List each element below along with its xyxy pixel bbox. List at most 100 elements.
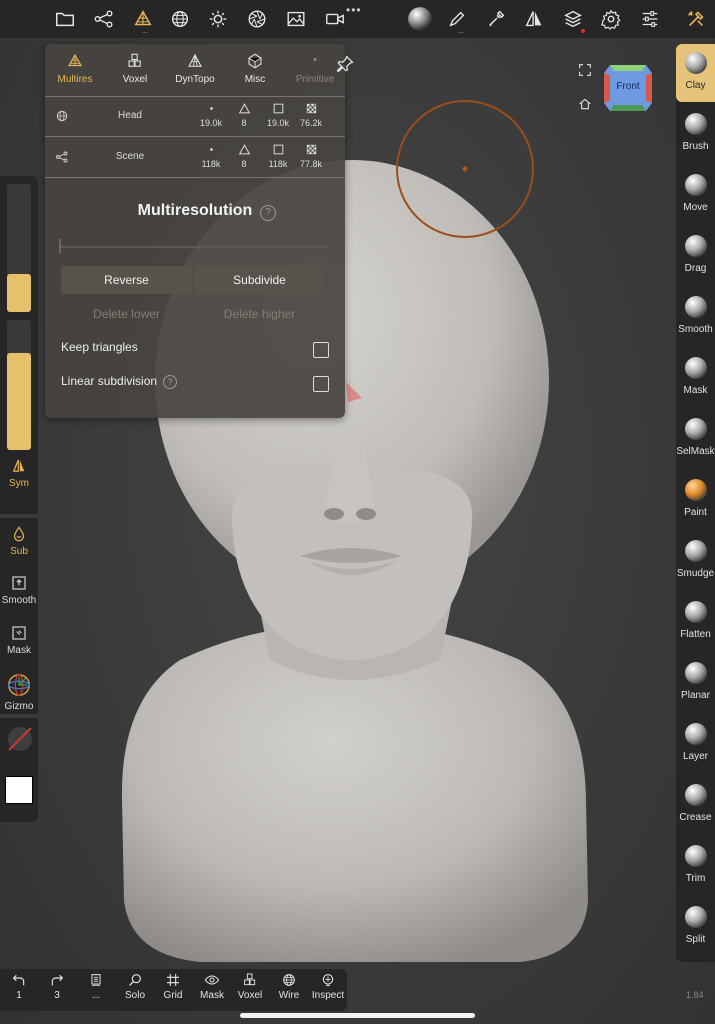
delete-lower-button[interactable]: Delete lower: [61, 300, 192, 328]
tool-label: Mask: [683, 385, 708, 396]
view-cube[interactable]: Front: [602, 63, 654, 113]
history-button[interactable]: ...: [77, 972, 115, 1001]
resolution-slider[interactable]: [61, 246, 329, 248]
mesh-row-head[interactable]: Head 19.0k 8 19.0k 76.2k: [45, 96, 345, 137]
tab-misc[interactable]: Misc: [225, 52, 285, 96]
tool-crease[interactable]: Crease: [676, 776, 715, 834]
home-indicator[interactable]: [240, 1013, 475, 1018]
linear-subdivision-checkbox[interactable]: [313, 376, 329, 392]
brush-brush-icon: [684, 113, 707, 135]
smooth-toggle[interactable]: Smooth: [0, 574, 38, 606]
inspect-button[interactable]: Inspect: [309, 972, 347, 1001]
tool-sidebar: Clay Brush Move Drag Smooth Mask SelMask Paint S…: [676, 44, 715, 962]
gizmo-toggle[interactable]: Gizmo: [0, 672, 38, 712]
vertex-count: 118k: [195, 143, 227, 169]
sliders-icon[interactable]: [637, 6, 663, 32]
multires-panel: Multires Voxel DynTopo Misc Primitive He…: [45, 44, 354, 418]
grid-button[interactable]: Grid: [154, 972, 192, 1001]
wireframe-sphere-icon[interactable]: [167, 6, 193, 32]
tools-icon[interactable]: [683, 6, 709, 32]
face-count: 77.8k: [295, 143, 327, 169]
tool-smudge[interactable]: Smudge: [676, 532, 715, 590]
tool-label: Brush: [682, 141, 709, 152]
pin-icon[interactable]: [335, 54, 355, 74]
wireframe-sphere-icon: [283, 974, 295, 986]
sub-toggle[interactable]: Sub: [0, 525, 38, 557]
aperture-icon[interactable]: [244, 6, 270, 32]
mask-toggle[interactable]: Mask: [0, 624, 38, 656]
symmetry-icon[interactable]: [521, 6, 547, 32]
mesh-row-scene[interactable]: Scene 118k 8 118k 77.8k: [45, 137, 345, 178]
panel-title: Multiresolution: [137, 202, 253, 219]
magnifier-icon: [129, 974, 141, 986]
tool-label: Paint: [684, 507, 707, 518]
keep-triangles-checkbox[interactable]: [313, 342, 329, 358]
face-count: 76.2k: [295, 102, 327, 128]
tool-brush[interactable]: Brush: [676, 105, 715, 163]
scene-graph-icon[interactable]: [91, 6, 117, 32]
linear-subdivision-option[interactable]: Linear subdivision?: [61, 374, 329, 396]
resolution-slider-handle[interactable]: [59, 239, 61, 253]
tab-multires[interactable]: Multires: [45, 52, 105, 96]
smudge-brush-icon: [684, 540, 707, 562]
quad-count: 19.0k: [262, 102, 294, 128]
tool-label: Clay: [685, 80, 706, 91]
image-icon[interactable]: [283, 6, 309, 32]
tool-move[interactable]: Move: [676, 166, 715, 224]
vertex-count: 19.0k: [195, 102, 227, 128]
sun-icon[interactable]: [205, 6, 231, 32]
intensity-slider[interactable]: [7, 320, 31, 450]
symmetry-icon: [12, 459, 25, 472]
tool-flatten[interactable]: Flatten: [676, 593, 715, 651]
no-material-icon[interactable]: [5, 724, 35, 754]
gear-icon[interactable]: [598, 6, 624, 32]
eyedropper-icon[interactable]: [483, 6, 509, 32]
help-icon[interactable]: ?: [163, 375, 178, 389]
voxel-button[interactable]: Voxel: [231, 972, 269, 1001]
symmetry-toggle[interactable]: Sym: [0, 457, 38, 489]
redo-button[interactable]: 3: [38, 972, 76, 1001]
undo-button[interactable]: 1: [0, 972, 38, 1001]
option-label: Keep triangles: [61, 340, 138, 354]
tab-dyntopo[interactable]: DynTopo: [165, 52, 225, 96]
tool-drag[interactable]: Drag: [676, 227, 715, 285]
tool-selmask[interactable]: SelMask: [676, 410, 715, 468]
drag-brush-icon: [684, 235, 707, 257]
camera-icon[interactable]: [322, 6, 348, 32]
fullscreen-icon[interactable]: [577, 62, 593, 78]
delete-higher-button[interactable]: Delete higher: [194, 300, 325, 328]
bottom-toolbar: 1 3 ... Solo Grid Mask Voxel Wire Inspec…: [0, 969, 347, 1011]
tool-label: Planar: [681, 690, 710, 701]
folder-icon[interactable]: [52, 6, 78, 32]
reverse-button[interactable]: Reverse: [61, 266, 192, 294]
matcap-sphere-icon[interactable]: [406, 5, 434, 33]
subdivide-button[interactable]: Subdivide: [194, 266, 325, 294]
keep-triangles-option[interactable]: Keep triangles: [61, 340, 329, 362]
solo-button[interactable]: Solo: [116, 972, 154, 1001]
home-icon[interactable]: [577, 96, 593, 112]
more-icon[interactable]: •••: [346, 3, 362, 17]
tool-trim[interactable]: Trim: [676, 837, 715, 895]
tool-mask[interactable]: Mask: [676, 349, 715, 407]
tool-paint[interactable]: Paint: [676, 471, 715, 529]
tool-planar[interactable]: Planar: [676, 654, 715, 712]
flatten-brush-icon: [684, 601, 707, 623]
color-swatch[interactable]: [5, 776, 33, 804]
tool-label: Crease: [679, 812, 712, 823]
radius-slider[interactable]: [7, 184, 31, 312]
tool-split[interactable]: Split: [676, 898, 715, 956]
notification-dot: [581, 29, 585, 33]
triangle-icon: [238, 103, 250, 114]
option-label: Linear subdivision: [61, 374, 158, 388]
wire-button[interactable]: Wire: [270, 972, 308, 1001]
mask-visibility-button[interactable]: Mask: [193, 972, 231, 1001]
help-icon[interactable]: ?: [260, 205, 276, 221]
smooth-icon: [12, 576, 26, 590]
tab-voxel[interactable]: Voxel: [105, 52, 165, 96]
tool-smooth[interactable]: Smooth: [676, 288, 715, 346]
tool-layer[interactable]: Layer: [676, 715, 715, 773]
tool-label: Layer: [682, 751, 708, 762]
tool-clay[interactable]: Clay: [676, 44, 715, 102]
clay-brush-icon: [684, 52, 707, 74]
pen-icon[interactable]: [444, 6, 470, 32]
